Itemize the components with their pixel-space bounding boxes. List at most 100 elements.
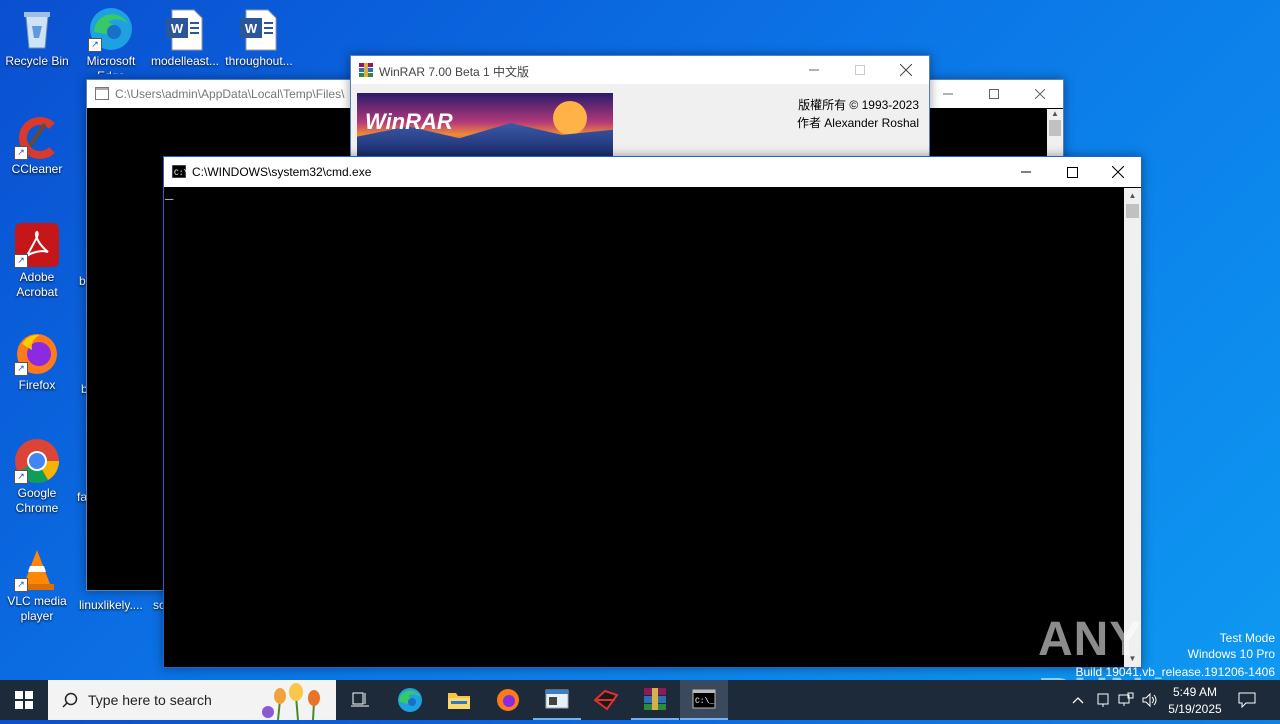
clock-time: 5:49 AM <box>1172 684 1218 699</box>
title-bar[interactable]: C:\ C:\WINDOWS\system32\cmd.exe <box>164 157 1141 187</box>
shortcut-arrow-icon: ↗ <box>14 362 28 376</box>
author-text: 作者 Alexander Roshal <box>796 116 919 130</box>
network-icon <box>1118 692 1134 706</box>
desktop-icon-label: modelleast... <box>150 54 220 68</box>
test-mode-label: Test Mode <box>1219 631 1275 645</box>
ccleaner-icon: ↗ <box>14 114 60 160</box>
speaker-icon <box>1142 692 1157 708</box>
svg-text:W: W <box>245 21 258 36</box>
desktop-icon-label: throughout... <box>225 54 293 68</box>
edge-icon <box>398 688 422 712</box>
minimize-button[interactable] <box>791 56 837 84</box>
window-app-icon <box>545 689 569 709</box>
tray-device-icon-button[interactable] <box>1092 680 1114 720</box>
red-logo-app-icon <box>593 689 619 711</box>
vlc-cone-icon: ↗ <box>14 546 60 592</box>
action-center-button[interactable] <box>1232 680 1262 720</box>
clock[interactable]: 5:49 AM 5/19/2025 <box>1162 680 1228 720</box>
partial-icon-label: linuxlikely.... <box>79 598 143 612</box>
svg-text:C:\_: C:\_ <box>695 697 714 706</box>
desktop-icon-firefox[interactable]: ↗ Firefox <box>0 330 74 393</box>
windows-edition-label: Windows 10 Pro <box>1187 647 1275 661</box>
window-title: C:\Users\admin\AppData\Local\Temp\Files\ <box>115 87 345 101</box>
task-view-icon <box>351 692 369 707</box>
desktop-icon-vlc[interactable]: ↗ VLC media player <box>0 546 74 624</box>
back-console-scrollbar[interactable]: ▲ <box>1047 109 1063 159</box>
notification-icon <box>1238 692 1256 708</box>
desktop-icon-word-doc-1[interactable]: W modelleast... <box>148 6 222 69</box>
word-document-icon: W <box>236 6 282 52</box>
desktop-icon-recycle-bin[interactable]: Recycle Bin <box>0 6 74 69</box>
shortcut-arrow-icon: ↗ <box>14 146 28 160</box>
desktop-icon-label: Microsoft Edge <box>86 54 136 74</box>
chevron-up-icon <box>1072 697 1084 704</box>
taskbar-firefox-button[interactable] <box>484 680 532 720</box>
search-placeholder: Type here to search <box>88 692 212 708</box>
maximize-button[interactable] <box>971 80 1017 108</box>
volume-button[interactable] <box>1139 680 1161 720</box>
taskbar: Type here to search C:\_ 5:49 AM 5/19/20… <box>0 680 1280 721</box>
build-label: Build 19041.vb_release.191206-1406 <box>1075 665 1276 679</box>
console-scrollbar[interactable]: ▲ ▼ <box>1124 188 1141 667</box>
desktop-icon-label: VLC media player <box>7 594 67 623</box>
desktop-icon-google-chrome[interactable]: ↗ Google Chrome <box>0 438 74 516</box>
scroll-up-arrow-icon[interactable]: ▲ <box>1124 188 1141 204</box>
chrome-icon: ↗ <box>14 438 60 484</box>
desktop-icon-adobe-acrobat[interactable]: ↗ Adobe Acrobat <box>0 222 74 300</box>
sun-graphic <box>553 101 587 135</box>
winrar-app-icon <box>359 63 373 77</box>
close-button[interactable] <box>883 56 929 84</box>
search-icon <box>62 692 78 708</box>
taskbar-app-window-button[interactable] <box>533 680 581 720</box>
device-icon <box>1097 693 1109 707</box>
partial-icon-label: b <box>79 274 86 288</box>
desktop-icon-label: Recycle Bin <box>5 54 69 68</box>
scroll-thumb[interactable] <box>1049 120 1061 136</box>
minimize-button[interactable] <box>1003 157 1049 187</box>
cmd-window[interactable]: C:\ C:\WINDOWS\system32\cmd.exe _ ▲ ▼ <box>163 156 1142 668</box>
desktop-icon-ccleaner[interactable]: ↗ CCleaner <box>0 114 74 177</box>
taskbar-cmd-button[interactable]: C:\_ <box>680 680 728 720</box>
tulip-decoration-icon <box>258 682 328 721</box>
folder-icon <box>448 693 470 709</box>
shortcut-arrow-icon: ↗ <box>14 470 28 484</box>
windows-logo-icon <box>15 691 33 709</box>
task-view-button[interactable] <box>336 680 384 720</box>
maximize-button <box>837 56 883 84</box>
network-button[interactable] <box>1115 680 1137 720</box>
start-button[interactable] <box>0 680 48 720</box>
minimize-button[interactable] <box>925 80 971 108</box>
maximize-button[interactable] <box>1049 157 1095 187</box>
taskbar-winrar-button[interactable] <box>631 680 679 720</box>
svg-text:C:\: C:\ <box>174 169 186 178</box>
taskbar-edge-button[interactable] <box>386 680 434 720</box>
taskbar-search-box[interactable]: Type here to search <box>48 680 336 721</box>
winrar-logo: WinRAR <box>365 109 453 134</box>
close-button[interactable] <box>1095 157 1141 187</box>
desktop-icon-label: CCleaner <box>11 162 63 176</box>
desktop-icon-label: Firefox <box>18 378 56 392</box>
taskbar-unknown-app-button[interactable] <box>582 680 630 720</box>
desktop-icon-word-doc-2[interactable]: W throughout... <box>222 6 296 69</box>
shortcut-arrow-icon: ↗ <box>14 254 28 268</box>
scroll-up-arrow-icon[interactable]: ▲ <box>1047 109 1063 118</box>
copyright-text: 版權所有 © 1993-2023 <box>798 98 919 112</box>
winrar-banner: WinRAR <box>357 93 613 157</box>
console-app-icon <box>95 87 109 100</box>
console-area[interactable]: _ <box>164 188 1124 667</box>
show-hidden-icons-button[interactable] <box>1066 680 1090 720</box>
scroll-thumb[interactable] <box>1126 204 1139 218</box>
cmd-app-icon: C:\ <box>171 164 189 179</box>
acrobat-icon: ↗ <box>14 222 60 268</box>
taskbar-file-explorer-button[interactable] <box>435 680 483 720</box>
window-title: WinRAR 7.00 Beta 1 中文版 <box>379 65 530 79</box>
desktop-icon-microsoft-edge[interactable]: ↗ Microsoft Edge <box>74 6 148 74</box>
cmd-icon: C:\_ <box>692 689 716 709</box>
shortcut-arrow-icon: ↗ <box>88 38 102 52</box>
firefox-icon <box>497 689 519 711</box>
title-bar[interactable]: WinRAR 7.00 Beta 1 中文版 <box>351 56 929 84</box>
edge-icon: ↗ <box>88 6 134 52</box>
close-button[interactable] <box>1017 80 1063 108</box>
console-cursor: _ <box>165 187 174 203</box>
svg-text:W: W <box>171 21 184 36</box>
